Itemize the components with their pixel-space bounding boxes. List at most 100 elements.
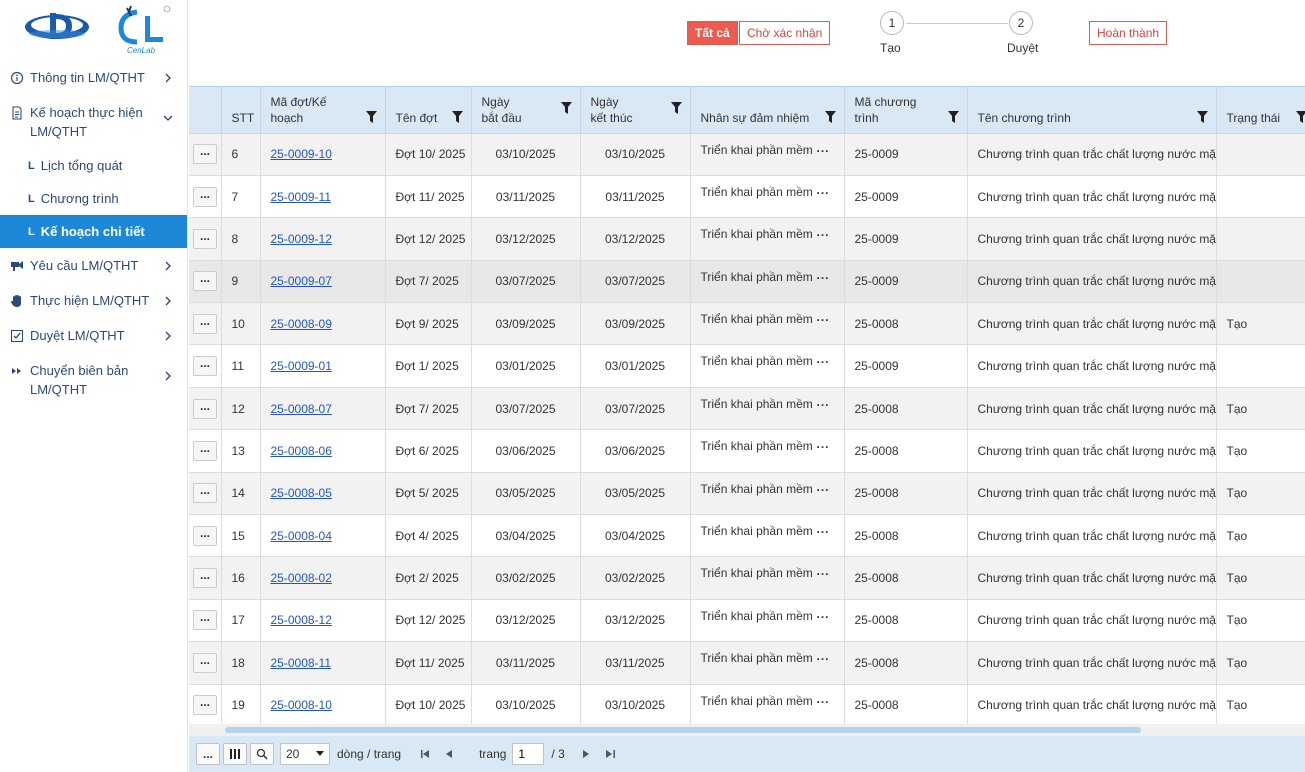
table-row[interactable]: ... 12 25-0008-07 Đợt 7/ 2025 03/07/2025 03/0… <box>189 387 1305 431</box>
staff-more-button[interactable]: ... <box>816 142 829 154</box>
table-row[interactable]: ... 18 25-0008-11 Đợt 11/ 2025 03/11/2025 03/… <box>189 641 1305 685</box>
staff-more-button[interactable]: ... <box>816 353 829 365</box>
first-page-button[interactable] <box>417 746 433 762</box>
plan-code-link[interactable]: 25-0008-09 <box>271 317 332 331</box>
filter-icon[interactable] <box>1295 111 1305 123</box>
scrollbar-thumb[interactable] <box>225 727 1141 733</box>
sidebar-subitem-program[interactable]: L Chương trình <box>0 182 187 215</box>
table-row[interactable]: ... 9 25-0009-07 Đợt 7/ 2025 03/07/2025 03/07… <box>189 260 1305 304</box>
staff-more-button[interactable]: ... <box>816 523 829 535</box>
sidebar-item-request[interactable]: Yêu cầu LM/QTHT <box>0 248 187 283</box>
sidebar-item-plan[interactable]: Kế hoạch thực hiện LM/QTHT <box>0 95 187 149</box>
staff-more-button[interactable]: ... <box>816 565 829 577</box>
col-header-code[interactable]: Mã đợt/Kế hoạch <box>260 87 386 134</box>
plan-code-link[interactable]: 25-0009-01 <box>271 359 332 373</box>
table-row[interactable]: ... 8 25-0009-12 Đợt 12/ 2025 03/12/2025 03/1… <box>189 217 1305 261</box>
table-row[interactable]: ... 19 25-0008-10 Đợt 10/ 2025 03/10/2025 03/… <box>189 684 1305 727</box>
row-menu-button[interactable]: ... <box>193 652 217 673</box>
plan-code-link[interactable]: 25-0009-12 <box>271 232 332 246</box>
plan-code-link[interactable]: 25-0008-10 <box>271 698 332 712</box>
plan-code-link[interactable]: 25-0008-07 <box>271 402 332 416</box>
row-menu-button[interactable]: ... <box>193 398 217 419</box>
column-chooser-button[interactable] <box>223 743 247 765</box>
table-row[interactable]: ... 15 25-0008-04 Đợt 4/ 2025 03/04/2025 03/0… <box>189 514 1305 558</box>
col-header-name[interactable]: Tên đợt <box>385 87 472 134</box>
staff-more-button[interactable]: ... <box>816 481 829 493</box>
sidebar-subitem-general-schedule[interactable]: L Lịch tổng quát <box>0 149 187 182</box>
last-page-button[interactable] <box>603 746 619 762</box>
row-menu-button[interactable]: ... <box>193 144 217 165</box>
filter-icon[interactable] <box>824 111 836 123</box>
filter-icon[interactable] <box>1196 111 1208 123</box>
col-header-end[interactable]: Ngày kết thúc <box>580 87 691 134</box>
filter-icon[interactable] <box>451 111 463 123</box>
col-header-program-code[interactable]: Mã chương trình <box>844 87 968 134</box>
col-header-start[interactable]: Ngày bắt đầu <box>471 87 581 134</box>
horizontal-scrollbar[interactable] <box>189 724 1305 736</box>
row-menu-button[interactable]: ... <box>193 228 217 249</box>
staff-more-button[interactable]: ... <box>816 226 829 238</box>
row-menu-button[interactable]: ... <box>193 695 217 716</box>
table-row[interactable]: ... 17 25-0008-12 Đợt 12/ 2025 03/12/2025 03/… <box>189 599 1305 643</box>
more-options-button[interactable]: ... <box>196 743 220 765</box>
sidebar-item-info[interactable]: Thông tin LM/QTHT <box>0 60 187 95</box>
plan-code-link[interactable]: 25-0009-11 <box>271 190 332 204</box>
staff-more-button[interactable]: ... <box>816 311 829 323</box>
col-header-staff[interactable]: Nhân sự đảm nhiệm <box>690 87 845 134</box>
filter-icon[interactable] <box>560 102 572 114</box>
sidebar-item-transfer[interactable]: Chuyển biên bản LM/QTHT <box>0 353 187 407</box>
col-header-program-name[interactable]: Tên chương trình <box>967 87 1217 134</box>
staff-more-button[interactable]: ... <box>816 693 829 705</box>
table-row[interactable]: ... 14 25-0008-05 Đợt 5/ 2025 03/05/2025 03/0… <box>189 472 1305 516</box>
staff-more-button[interactable]: ... <box>816 184 829 196</box>
prev-page-button[interactable] <box>441 746 457 762</box>
search-button[interactable] <box>250 743 274 765</box>
company-logo[interactable] <box>24 10 90 44</box>
current-page-input[interactable] <box>512 743 545 765</box>
row-menu-button[interactable]: ... <box>193 313 217 334</box>
filter-icon[interactable] <box>365 111 377 123</box>
row-menu-button[interactable]: ... <box>193 525 217 546</box>
row-menu-button[interactable]: ... <box>193 356 217 377</box>
row-menu-button[interactable]: ... <box>193 568 217 589</box>
page-size-select[interactable]: 20 <box>280 743 330 765</box>
col-header-status[interactable]: Trạng thái <box>1216 87 1305 134</box>
filter-pending-button[interactable]: Chờ xác nhận <box>739 21 831 45</box>
plan-code-link[interactable]: 25-0008-02 <box>271 571 332 585</box>
plan-code-link[interactable]: 25-0008-05 <box>271 486 332 500</box>
filter-done-button[interactable]: Hoàn thành <box>1089 21 1168 45</box>
step-create-circle[interactable]: 1 <box>880 11 904 35</box>
plan-code-link[interactable]: 25-0008-12 <box>271 613 332 627</box>
cenlab-logo[interactable]: CenLab <box>115 4 173 56</box>
table-row[interactable]: ... 7 25-0009-11 Đợt 11/ 2025 03/11/2025 03/1… <box>189 175 1305 219</box>
staff-more-button[interactable]: ... <box>816 269 829 281</box>
plan-code-link[interactable]: 25-0008-06 <box>271 444 332 458</box>
row-menu-button[interactable]: ... <box>193 610 217 631</box>
staff-more-button[interactable]: ... <box>816 438 829 450</box>
next-page-button[interactable] <box>579 746 595 762</box>
sidebar-item-execute[interactable]: Thực hiện LM/QTHT <box>0 283 187 318</box>
plan-code-link[interactable]: 25-0008-04 <box>271 529 332 543</box>
plan-code-link[interactable]: 25-0009-07 <box>271 274 332 288</box>
staff-more-button[interactable]: ... <box>816 396 829 408</box>
filter-all-button[interactable]: Tất cả <box>687 21 738 45</box>
row-menu-button[interactable]: ... <box>193 483 217 504</box>
plan-code-link[interactable]: 25-0008-11 <box>271 656 332 670</box>
sidebar-subitem-detailed-plan[interactable]: L Kế hoạch chi tiết <box>0 215 187 248</box>
row-menu-button[interactable]: ... <box>193 440 217 461</box>
table-row[interactable]: ... 6 25-0009-10 Đợt 10/ 2025 03/10/2025 03/1… <box>189 133 1305 176</box>
row-menu-button[interactable]: ... <box>193 186 217 207</box>
table-row[interactable]: ... 13 25-0008-06 Đợt 6/ 2025 03/06/2025 03/0… <box>189 429 1305 473</box>
table-row[interactable]: ... 10 25-0008-09 Đợt 9/ 2025 03/09/2025 03/0… <box>189 302 1305 346</box>
row-menu-button[interactable]: ... <box>193 271 217 292</box>
staff-more-button[interactable]: ... <box>816 608 829 620</box>
filter-icon[interactable] <box>670 102 682 114</box>
table-row[interactable]: ... 11 25-0009-01 Đợt 1/ 2025 03/01/2025 03/0… <box>189 344 1305 388</box>
filter-icon[interactable] <box>947 111 959 123</box>
plan-code-link[interactable]: 25-0009-10 <box>271 147 332 161</box>
staff-more-button[interactable]: ... <box>816 650 829 662</box>
sidebar-item-approve[interactable]: Duyệt LM/QTHT <box>0 318 187 353</box>
col-header-stt[interactable]: STT <box>221 87 261 134</box>
table-row[interactable]: ... 16 25-0008-02 Đợt 2/ 2025 03/02/2025 03/0… <box>189 556 1305 600</box>
step-approve-circle[interactable]: 2 <box>1009 11 1033 35</box>
